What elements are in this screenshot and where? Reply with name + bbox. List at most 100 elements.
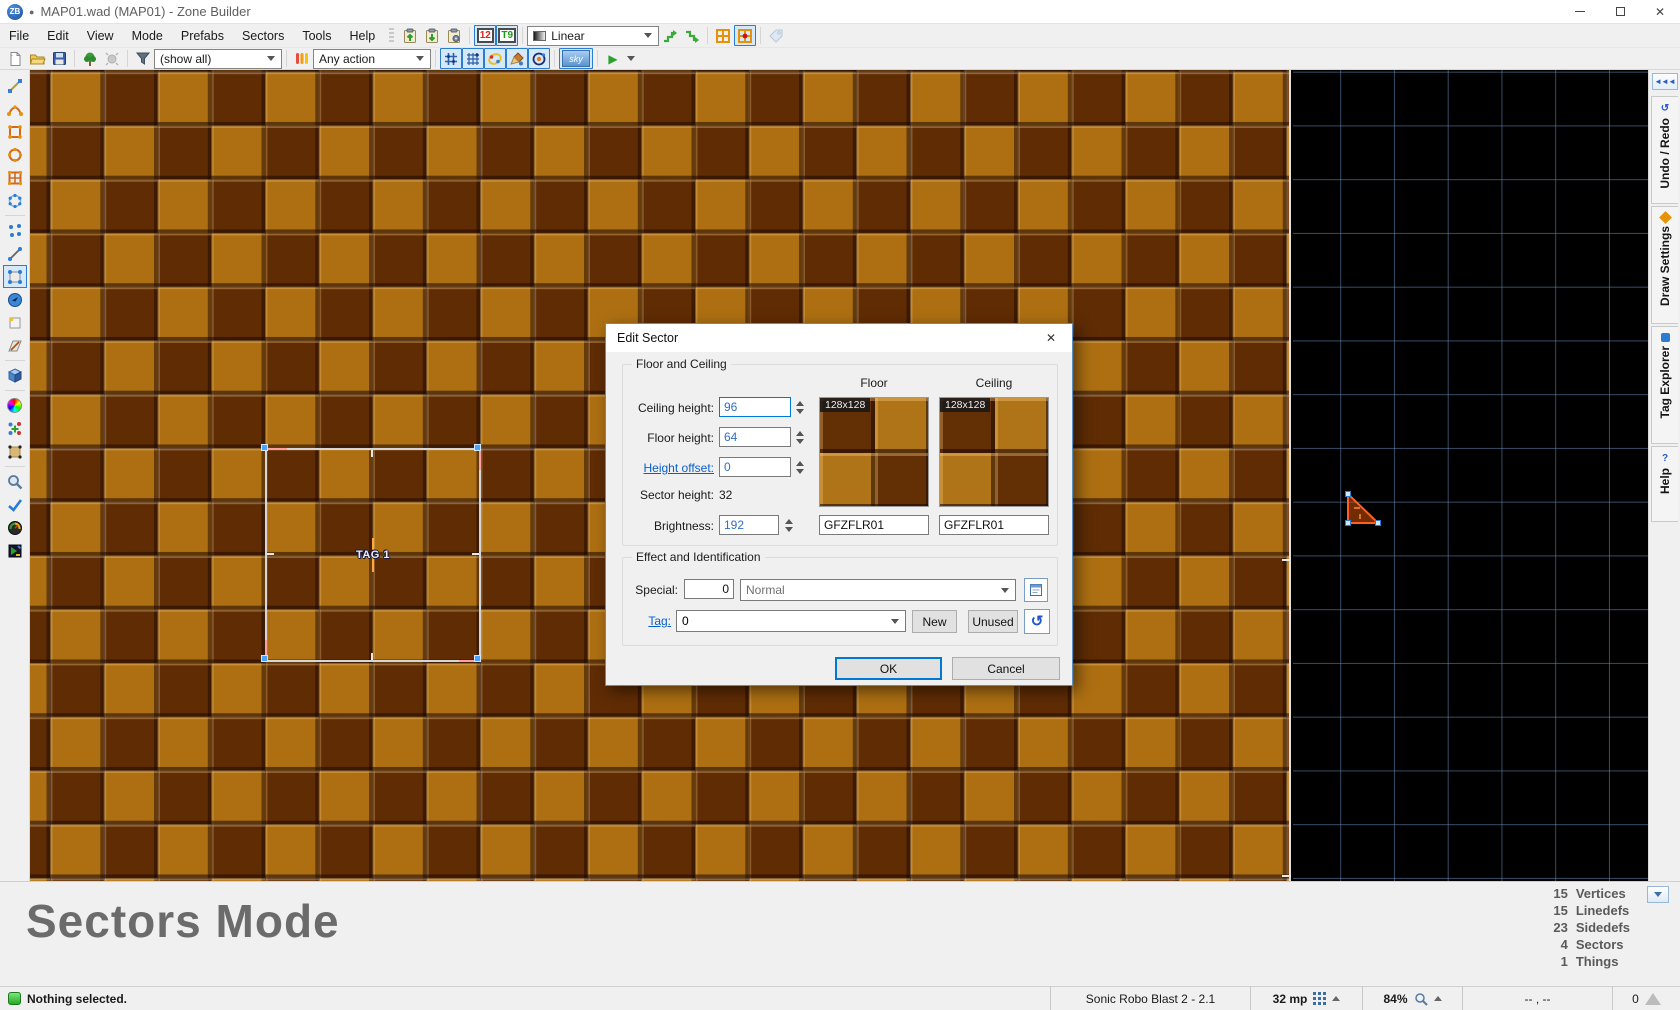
action-filter-combo[interactable]: Any action — [313, 49, 431, 69]
vertices-mode-button[interactable] — [3, 219, 27, 242]
triangle-sector[interactable] — [1330, 478, 1390, 538]
filter-things-button[interactable] — [3, 417, 27, 440]
fixed-things-scale-toggle[interactable] — [734, 25, 756, 46]
map-canvas[interactable]: TAG 1 Edit Sector ✕ Floor and Ceiling Fl… — [30, 70, 1648, 881]
menu-mode[interactable]: Mode — [123, 24, 172, 47]
open-map-button[interactable] — [26, 48, 48, 69]
view-brightness-button[interactable] — [3, 394, 27, 417]
menu-help[interactable]: Help — [341, 24, 385, 47]
nodes-viewer-button[interactable] — [3, 516, 27, 539]
view-selected-things-button[interactable] — [712, 25, 734, 46]
visual-mode-button[interactable] — [3, 364, 27, 387]
floor-height-spinner[interactable] — [793, 426, 807, 448]
draw-curve-button[interactable] — [3, 97, 27, 120]
floor-texture-name-input[interactable] — [819, 515, 929, 535]
gradient-floors-button[interactable] — [659, 25, 681, 46]
brightness-input[interactable] — [719, 515, 779, 535]
dialog-close-button[interactable]: ✕ — [1030, 324, 1072, 352]
ceiling-texture-preview[interactable]: 128x128 — [939, 397, 1049, 507]
height-offset-spinner[interactable] — [793, 456, 807, 478]
unused-tag-button[interactable]: Unused — [968, 610, 1018, 633]
maximize-button[interactable] — [1600, 0, 1640, 23]
menu-sectors[interactable]: Sectors — [233, 24, 293, 47]
ceiling-height-spinner[interactable] — [793, 396, 807, 418]
new-tag-button[interactable]: New — [912, 610, 957, 633]
gradient-ceilings-button[interactable] — [681, 25, 703, 46]
script-editor-button[interactable] — [3, 539, 27, 562]
map-analysis-button[interactable] — [3, 493, 27, 516]
things-filter-button[interactable] — [132, 48, 154, 69]
draw-rectangle-button[interactable] — [3, 120, 27, 143]
test-map-button[interactable]: ▶ — [602, 48, 624, 69]
save-map-button[interactable] — [48, 48, 70, 69]
insert-thing-numbers-toggle[interactable]: 12 — [474, 25, 496, 46]
tag-link[interactable]: Tag: — [616, 614, 671, 628]
browse-effect-button[interactable] — [1024, 578, 1048, 602]
snap-to-geometry-toggle[interactable] — [484, 48, 506, 69]
things-filter-combo[interactable]: (show all) — [154, 49, 282, 69]
vertex-dot[interactable] — [1346, 521, 1351, 526]
insert-thing-types-toggle[interactable]: T9 — [496, 25, 518, 46]
tab-tag-explorer[interactable]: Tag Explorer — [1651, 326, 1678, 444]
brightness-mode-button[interactable] — [3, 311, 27, 334]
copy-properties-button[interactable] — [399, 25, 421, 46]
vertex-dot[interactable] — [474, 655, 481, 662]
paste-special-button[interactable] — [443, 25, 465, 46]
ok-button[interactable]: OK — [835, 657, 942, 680]
expand-panel-button[interactable]: ◄◄◄ — [1652, 73, 1678, 90]
special-value-input[interactable] — [684, 579, 734, 599]
tab-undo-redo[interactable]: ↺ Undo / Redo — [1651, 96, 1678, 204]
tab-draw-settings[interactable]: Draw Settings — [1651, 206, 1678, 324]
menu-view[interactable]: View — [78, 24, 123, 47]
brightness-spinner[interactable] — [782, 514, 796, 536]
linedefs-mode-button[interactable] — [3, 242, 27, 265]
merge-geometry-toggle[interactable] — [528, 48, 550, 69]
gradient-mode-combo[interactable]: Linear — [527, 26, 659, 46]
fade-geometry-button[interactable] — [3, 440, 27, 463]
close-button[interactable]: ✕ — [1640, 0, 1680, 23]
menu-tools[interactable]: Tools — [293, 24, 340, 47]
height-offset-input[interactable] — [719, 457, 791, 477]
draw-lines-button[interactable] — [3, 74, 27, 97]
grid-size-control[interactable]: 32 mp — [1250, 987, 1362, 1010]
tag-combo[interactable]: 0 — [676, 610, 906, 632]
new-map-button[interactable] — [4, 48, 26, 69]
ceiling-texture-name-input[interactable] — [939, 515, 1049, 535]
tab-help[interactable]: ? Help — [1651, 446, 1678, 522]
full-brightness-toggle[interactable]: sky — [559, 48, 593, 69]
cancel-button[interactable]: Cancel — [952, 657, 1060, 680]
vertex-dot[interactable] — [1346, 492, 1351, 497]
warnings-indicator[interactable]: 0 — [1612, 987, 1680, 1010]
reload-resources-button[interactable] — [79, 48, 101, 69]
tag-statistics-button[interactable] — [765, 25, 787, 46]
floor-texture-preview[interactable]: 128x128 — [819, 397, 929, 507]
vertex-dot[interactable] — [1376, 521, 1381, 526]
height-offset-link[interactable]: Height offset: — [616, 461, 714, 475]
special-effect-combo[interactable]: Normal — [740, 579, 1016, 601]
menu-prefabs[interactable]: Prefabs — [172, 24, 233, 47]
things-mode-button[interactable] — [3, 288, 27, 311]
vertex-dot[interactable] — [261, 444, 268, 451]
dynamic-grid-toggle[interactable] — [462, 48, 484, 69]
statistics-dropdown-button[interactable] — [1647, 886, 1669, 903]
vertex-dot[interactable] — [261, 655, 268, 662]
find-replace-button[interactable] — [3, 470, 27, 493]
sectors-mode-button[interactable] — [3, 265, 27, 288]
slope-mode-button[interactable] — [3, 334, 27, 357]
ceiling-height-input[interactable] — [719, 397, 791, 417]
menu-file[interactable]: File — [0, 24, 38, 47]
snap-to-grid-toggle[interactable] — [440, 48, 462, 69]
zoom-control[interactable]: 84% — [1362, 987, 1462, 1010]
floor-height-input[interactable] — [719, 427, 791, 447]
paste-properties-button[interactable] — [421, 25, 443, 46]
test-map-options-button[interactable] — [624, 48, 638, 69]
draw-freeform-button[interactable] — [3, 189, 27, 212]
minimize-button[interactable] — [1560, 0, 1600, 23]
reset-tag-button[interactable]: ↺ — [1024, 609, 1050, 634]
draw-grid-button[interactable] — [3, 166, 27, 189]
auto-clear-sidedefs-toggle[interactable] — [506, 48, 528, 69]
menu-edit[interactable]: Edit — [38, 24, 78, 47]
draw-ellipse-button[interactable] — [3, 143, 27, 166]
dialog-title-bar[interactable]: Edit Sector ✕ — [606, 324, 1072, 352]
vertex-dot[interactable] — [474, 444, 481, 451]
